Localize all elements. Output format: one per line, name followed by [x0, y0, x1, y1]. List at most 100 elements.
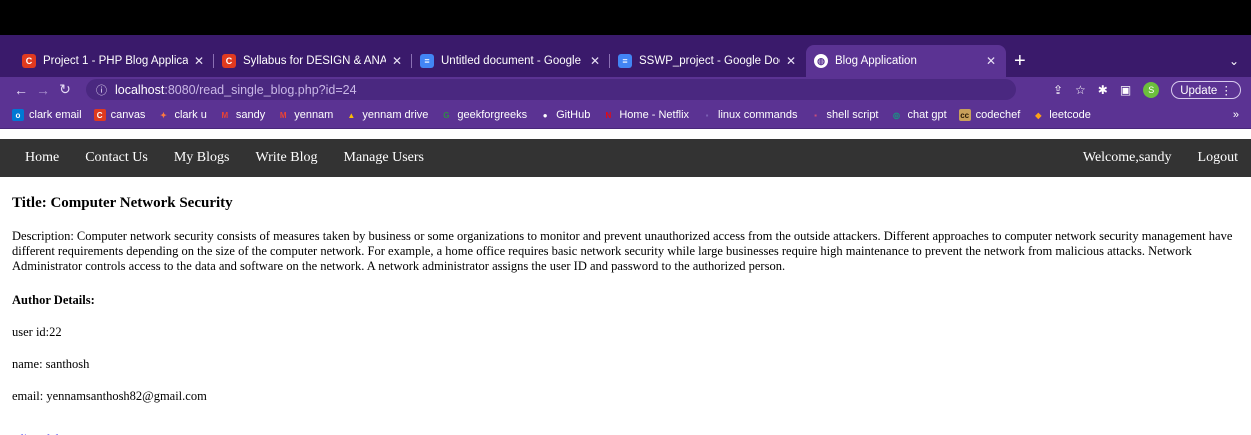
- browser-tab[interactable]: C Project 1 - PHP Blog Applicatio ✕: [14, 45, 214, 77]
- bookmark-item[interactable]: ▪ shell script: [810, 109, 879, 121]
- address-bar[interactable]: ⓘ localhost:8080/read_single_blog.php?id…: [86, 79, 1016, 100]
- browser-tab[interactable]: C Syllabus for DESIGN & ANALYS ✕: [214, 45, 412, 77]
- browser-tab[interactable]: ≡ SSWP_project - Google Docs ✕: [610, 45, 806, 77]
- tab-title: SSWP_project - Google Docs: [639, 55, 780, 67]
- site-navbar: Home Contact Us My Blogs Write Blog Mana…: [0, 139, 1251, 177]
- bookmark-item[interactable]: Ccanvas: [93, 109, 146, 121]
- bookmark-item[interactable]: ▪ linux commands: [701, 109, 798, 121]
- bookmark-item[interactable]: cc codechef: [958, 109, 1021, 121]
- welcome-user-link[interactable]: Welcome,sandy: [1083, 150, 1172, 166]
- close-icon[interactable]: ✕: [194, 54, 204, 68]
- close-icon[interactable]: ✕: [392, 54, 402, 68]
- bookmark-item[interactable]: ● GitHub: [539, 109, 591, 121]
- bookmark-star-icon[interactable]: ☆: [1075, 83, 1086, 97]
- linux-icon: ▪: [705, 110, 709, 120]
- google-drive-icon: ▲: [347, 110, 356, 120]
- chatgpt-icon: ◎: [893, 110, 900, 120]
- update-label: Update: [1180, 84, 1218, 97]
- canvas-icon: C: [22, 54, 36, 68]
- nav-manage-users-link[interactable]: Manage Users: [344, 150, 424, 166]
- bookmark-label: linux commands: [718, 109, 798, 121]
- outlook-icon: o: [12, 109, 24, 121]
- bookmark-label: GitHub: [556, 109, 591, 121]
- post-title: Title: Computer Network Security: [12, 195, 233, 211]
- bookmark-item[interactable]: ◆ leetcode: [1032, 109, 1091, 121]
- chevron-down-icon[interactable]: ⌄: [1229, 54, 1239, 68]
- bookmark-item[interactable]: ✦ clark u: [157, 109, 207, 121]
- google-docs-icon: ≡: [420, 54, 434, 68]
- tab-title: Blog Application: [835, 55, 917, 67]
- close-icon[interactable]: ✕: [590, 54, 600, 68]
- author-name: name: santhosh: [12, 357, 90, 371]
- bookmark-item[interactable]: Msandy: [219, 109, 266, 121]
- url-path: :8080/read_single_blog.php?id=24: [164, 82, 357, 97]
- browser-tab-strip: C Project 1 - PHP Blog Applicatio ✕ C Sy…: [0, 35, 1251, 77]
- bookmark-item[interactable]: Ggeekforgreeks: [440, 109, 527, 121]
- bookmark-label: Home - Netflix: [619, 109, 690, 121]
- bookmark-label: yennam drive: [362, 109, 429, 121]
- bookmark-label: canvas: [110, 109, 146, 121]
- nav-write-blog-link[interactable]: Write Blog: [255, 150, 317, 166]
- tab-title: Project 1 - PHP Blog Applicatio: [43, 55, 188, 67]
- gmail-icon: M: [279, 110, 287, 120]
- extensions-icon[interactable]: ✱: [1098, 83, 1108, 97]
- profile-avatar[interactable]: S: [1143, 81, 1160, 98]
- tab-title: Untitled document - Google Do: [441, 55, 584, 67]
- bookmark-item[interactable]: ◎ chat gpt: [891, 109, 947, 121]
- bookmark-label: sandy: [235, 109, 266, 121]
- toolbar-actions: ⇪ ☆ ✱ ▣ S Update ⋮: [1053, 80, 1241, 99]
- shell-icon: ▪: [814, 110, 817, 120]
- bookmark-label: shell script: [826, 109, 879, 121]
- screen-top-bar: [0, 0, 1251, 35]
- nav-right: Welcome,sandy Logout: [1070, 150, 1251, 166]
- bookmark-label: leetcode: [1049, 109, 1091, 121]
- forward-arrow-icon[interactable]: →: [32, 82, 54, 98]
- bookmarks-bar: o clark email Ccanvas ✦ clark u Msandy Mye…: [0, 102, 1251, 129]
- bookmark-label: codechef: [975, 109, 1021, 121]
- github-icon: ●: [542, 110, 548, 120]
- bookmark-label: clark u: [174, 109, 207, 121]
- bookmark-label: yennam: [294, 109, 334, 121]
- browser-toolbar: ← → ↻ ⓘ localhost:8080/read_single_blog.…: [0, 77, 1251, 102]
- gmail-icon: M: [221, 110, 229, 120]
- nav-contact-link[interactable]: Contact Us: [85, 150, 148, 166]
- reload-icon[interactable]: ↻: [54, 81, 76, 98]
- side-panel-icon[interactable]: ▣: [1120, 83, 1131, 97]
- new-tab-icon[interactable]: +: [1014, 45, 1026, 77]
- close-icon[interactable]: ✕: [986, 54, 996, 68]
- globe-icon: ◍: [814, 54, 828, 68]
- tab-title: Syllabus for DESIGN & ANALYS: [243, 55, 386, 67]
- bookmark-label: geekforgreeks: [457, 109, 528, 121]
- clark-logo-icon: ✦: [160, 110, 167, 120]
- netflix-icon: N: [605, 110, 612, 120]
- close-icon[interactable]: ✕: [786, 54, 796, 68]
- blog-content: Title: Computer Network Security Descrip…: [0, 195, 1251, 435]
- url-host: localhost: [115, 82, 165, 97]
- share-icon[interactable]: ⇪: [1053, 83, 1063, 97]
- leetcode-icon: ◆: [1035, 110, 1042, 120]
- author-heading: Author Details:: [12, 293, 95, 307]
- bookmark-item[interactable]: ▲ yennam drive: [345, 109, 428, 121]
- back-arrow-icon[interactable]: ←: [10, 82, 32, 98]
- geeksforgeeks-icon: G: [443, 110, 450, 120]
- logout-link[interactable]: Logout: [1198, 150, 1238, 166]
- canvas-icon: C: [222, 54, 236, 68]
- browser-tab[interactable]: ≡ Untitled document - Google Do ✕: [412, 45, 610, 77]
- bookmark-label: chat gpt: [907, 109, 947, 121]
- author-email: email: yennamsanthosh82@gmail.com: [12, 389, 207, 403]
- google-docs-icon: ≡: [618, 54, 632, 68]
- canvas-icon: C: [93, 109, 106, 121]
- bookmark-label: clark email: [29, 109, 82, 121]
- bookmark-item[interactable]: N Home - Netflix: [602, 109, 689, 121]
- nav-home-link[interactable]: Home: [25, 150, 59, 166]
- codechef-icon: cc: [958, 109, 971, 121]
- nav-my-blogs-link[interactable]: My Blogs: [174, 150, 230, 166]
- post-description: Description: Computer network security c…: [12, 229, 1233, 273]
- bookmark-item[interactable]: o clark email: [12, 109, 82, 121]
- bookmark-item[interactable]: Myennam: [277, 109, 333, 121]
- more-bookmarks-icon[interactable]: »: [1233, 109, 1239, 121]
- author-user-id: user id:22: [12, 325, 62, 339]
- update-button[interactable]: Update ⋮: [1171, 80, 1241, 99]
- info-icon[interactable]: ⓘ: [96, 82, 107, 98]
- browser-tab-active[interactable]: ◍ Blog Application ✕: [806, 45, 1006, 77]
